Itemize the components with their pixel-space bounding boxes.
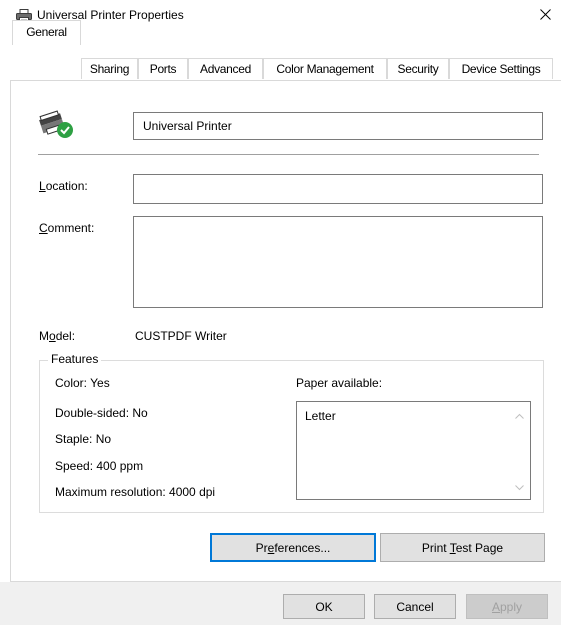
paper-available-label: Paper available: [296,376,383,390]
scroll-up-button[interactable] [511,406,528,423]
preferences-button[interactable]: Preferences... [210,533,376,562]
model-value: CUSTPDF Writer [135,329,227,343]
tab-color-management[interactable]: Color Management [263,58,387,79]
chevron-down-icon [515,480,524,494]
apply-button[interactable]: Apply [466,594,548,619]
tab-general[interactable]: General [12,20,81,45]
location-label: Location: [39,179,88,193]
chevron-up-icon [515,408,524,422]
list-item[interactable]: Letter [305,409,336,423]
separator [38,154,539,155]
feature-double-sided: Double-sided: No [55,406,148,420]
tab-device-settings[interactable]: Device Settings [449,58,553,79]
location-input[interactable] [133,174,543,204]
comment-textarea[interactable] [133,216,543,308]
feature-staple: Staple: No [55,432,112,446]
close-button[interactable] [530,0,561,32]
tab-security[interactable]: Security [387,58,449,79]
printer-ready-icon [37,110,77,140]
close-icon [540,9,551,23]
paper-available-listbox[interactable]: Letter [296,401,531,500]
ok-button[interactable]: OK [283,594,365,619]
tab-advanced[interactable]: Advanced [188,58,263,79]
print-test-page-button[interactable]: Print Test Page [380,533,545,562]
tab-sharing[interactable]: Sharing [81,58,138,79]
scroll-down-button[interactable] [511,478,528,495]
model-label: Model: [39,329,76,343]
tab-ports[interactable]: Ports [138,58,188,79]
comment-label: Comment: [39,221,95,235]
feature-speed: Speed: 400 ppm [55,459,144,473]
title-bar[interactable]: Universal Printer Properties [0,0,561,32]
feature-color: Color: Yes [55,376,110,390]
feature-max-resolution: Maximum resolution: 4000 dpi [55,485,216,499]
features-legend: Features [48,352,102,366]
cancel-button[interactable]: Cancel [374,594,456,619]
printer-properties-dialog: Universal Printer Properties General Sha… [0,0,561,625]
printer-name-input[interactable] [133,112,543,140]
